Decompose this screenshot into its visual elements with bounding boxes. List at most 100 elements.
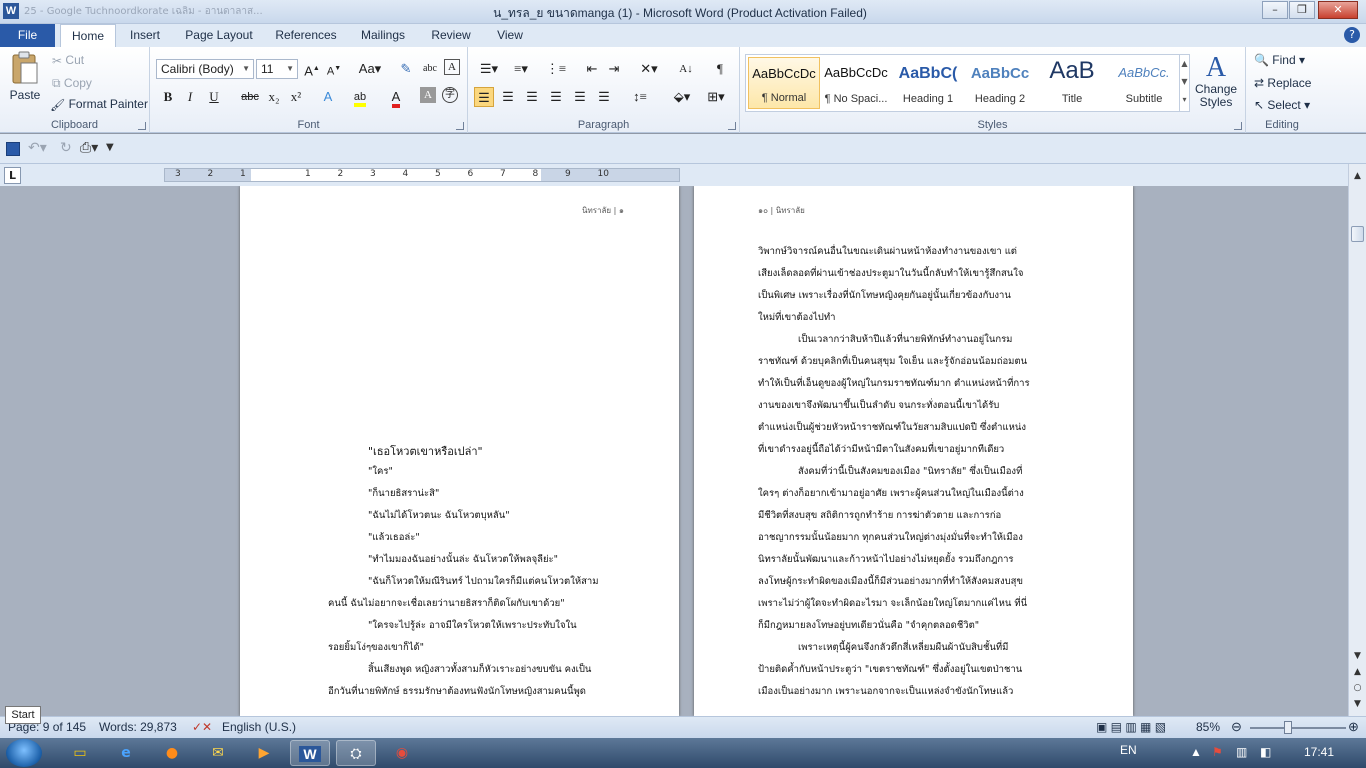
- decrease-indent-icon[interactable]: ⇤: [582, 59, 602, 79]
- style-heading-1[interactable]: AaBbC( Heading 1: [892, 57, 964, 109]
- tab-selector[interactable]: L: [4, 167, 21, 184]
- cut-button[interactable]: ✂ Cut: [52, 53, 84, 68]
- network-app-icon[interactable]: ⛭: [336, 740, 376, 766]
- bullets-icon[interactable]: ☰▾: [476, 59, 502, 79]
- styles-scroll[interactable]: ▲ ▼ ▾: [1179, 55, 1189, 111]
- zoom-in-icon[interactable]: ⊕: [1348, 719, 1359, 735]
- text-effects-icon[interactable]: A: [318, 87, 338, 107]
- language-status[interactable]: English (U.S.): [222, 720, 296, 734]
- show-formatting-marks-icon[interactable]: ¶: [710, 59, 730, 79]
- undo-icon[interactable]: ↶▾: [28, 140, 47, 156]
- paragraph-launcher-icon[interactable]: [728, 122, 736, 130]
- align-left-icon[interactable]: ☰: [474, 87, 494, 107]
- clock[interactable]: 17:41: [1304, 745, 1334, 759]
- media-player-icon[interactable]: ▶: [244, 740, 284, 766]
- shading-icon[interactable]: ⬙▾: [668, 87, 696, 107]
- vertical-scrollbar[interactable]: ▲ ▼ ▲ ○ ▼: [1348, 164, 1366, 716]
- word-app-icon[interactable]: W: [3, 3, 19, 19]
- close-button[interactable]: ✕: [1318, 1, 1358, 19]
- scroll-thumb[interactable]: [1351, 226, 1364, 242]
- style-no-spacing[interactable]: AaBbCcDc ¶ No Spaci...: [820, 57, 892, 109]
- superscript-button[interactable]: x²: [286, 87, 306, 107]
- font-color-button[interactable]: A: [386, 87, 406, 108]
- volume-icon[interactable]: ◧: [1260, 745, 1271, 759]
- clipboard-launcher-icon[interactable]: [138, 122, 146, 130]
- horizontal-ruler[interactable]: 3 2 1 1 2 3 4 5 6 7 8 9 10: [164, 168, 680, 182]
- help-icon[interactable]: ?: [1344, 27, 1360, 43]
- grow-font-button[interactable]: A▲: [302, 59, 322, 79]
- multilevel-list-icon[interactable]: ⋮≡: [542, 59, 570, 79]
- subscript-button[interactable]: x₂: [264, 87, 284, 107]
- change-case-button[interactable]: Aa▾: [356, 59, 384, 79]
- line-spacing-icon[interactable]: ↕≡: [626, 87, 654, 107]
- tab-file[interactable]: File: [0, 24, 55, 47]
- show-hidden-icons[interactable]: ▲: [1190, 745, 1202, 759]
- font-launcher-icon[interactable]: [456, 122, 464, 130]
- find-button[interactable]: 🔍 Find ▾: [1254, 53, 1305, 67]
- tab-references[interactable]: References: [270, 24, 342, 47]
- zoom-level[interactable]: 85%: [1196, 720, 1220, 734]
- clear-formatting-icon[interactable]: ✎: [396, 59, 416, 79]
- next-page-icon[interactable]: ▼: [1351, 698, 1364, 711]
- proofing-icon[interactable]: ✓✕: [192, 720, 212, 734]
- styles-launcher-icon[interactable]: [1234, 122, 1242, 130]
- tab-view[interactable]: View: [489, 24, 531, 47]
- align-right-icon[interactable]: ☰: [522, 87, 542, 107]
- asian-layout-icon[interactable]: ✕▾: [636, 59, 662, 79]
- print-icon[interactable]: ⎙▾: [80, 140, 98, 156]
- replace-button[interactable]: ⇄ Replace: [1254, 76, 1311, 90]
- change-styles-button[interactable]: A Change Styles: [1195, 53, 1237, 109]
- phonetic-guide-icon[interactable]: abc: [420, 59, 440, 79]
- folder-app-icon[interactable]: ✉: [198, 740, 238, 766]
- bold-button[interactable]: B: [158, 87, 178, 107]
- word-count[interactable]: Words: 29,873: [99, 720, 177, 734]
- highlight-button[interactable]: ab: [350, 87, 370, 107]
- select-button[interactable]: ↖ Select ▾: [1254, 98, 1310, 112]
- minimize-button[interactable]: –: [1262, 1, 1288, 19]
- thai-distributed-icon[interactable]: ☰: [594, 87, 614, 107]
- language-indicator[interactable]: EN: [1120, 743, 1137, 757]
- page-right[interactable]: ๑๐ | นิทราลัย วิพากษ์วิจารณ์คนอื่นในขณะเ…: [694, 186, 1133, 716]
- style-subtitle[interactable]: AaBbCc. Subtitle: [1108, 57, 1180, 109]
- style-heading-2[interactable]: AaBbCc Heading 2: [964, 57, 1036, 109]
- character-shading-icon[interactable]: A: [420, 87, 436, 103]
- action-center-icon[interactable]: ⚑: [1212, 745, 1223, 759]
- justify-icon[interactable]: ☰: [546, 87, 566, 107]
- network-icon[interactable]: ▥: [1236, 745, 1247, 759]
- tab-insert[interactable]: Insert: [122, 24, 168, 47]
- page-left[interactable]: นิทราลัย | ๑ "เธอโหวตเขาหรือเปล่า" "ใคร" "…: [240, 186, 679, 716]
- scroll-up-icon[interactable]: ▲: [1351, 170, 1364, 183]
- enclose-characters-icon[interactable]: 字: [442, 87, 458, 103]
- view-buttons-icon[interactable]: ▣ ▤ ▥ ▦ ▧: [1096, 720, 1166, 734]
- sort-icon[interactable]: A↓: [676, 59, 696, 79]
- customize-toolbar-icon[interactable]: ▼: [106, 142, 114, 153]
- ie-icon[interactable]: e: [106, 740, 146, 766]
- firefox-icon[interactable]: ●: [152, 740, 192, 766]
- shrink-font-button[interactable]: A▼: [324, 59, 344, 79]
- increase-indent-icon[interactable]: ⇥: [604, 59, 624, 79]
- style-normal[interactable]: AaBbCcDc ¶ Normal: [748, 57, 820, 109]
- strikethrough-button[interactable]: abc: [238, 87, 262, 107]
- repeat-icon[interactable]: ↻: [60, 140, 72, 156]
- tab-review[interactable]: Review: [425, 24, 477, 47]
- font-name-dropdown[interactable]: Calibri (Body) ▼: [156, 59, 254, 79]
- character-border-icon[interactable]: A: [444, 59, 460, 75]
- style-title[interactable]: AaB Title: [1036, 57, 1108, 109]
- start-button[interactable]: [6, 739, 42, 767]
- paste-button[interactable]: Paste: [8, 51, 42, 111]
- save-icon[interactable]: [6, 142, 20, 156]
- zoom-slider-thumb[interactable]: [1284, 721, 1292, 734]
- underline-button[interactable]: U: [204, 87, 224, 107]
- previous-page-icon[interactable]: ▲: [1351, 666, 1364, 679]
- word-taskbar-icon[interactable]: W: [290, 740, 330, 766]
- scroll-down-icon[interactable]: ▼: [1351, 650, 1364, 663]
- copy-button[interactable]: ⧉ Copy: [52, 76, 92, 91]
- select-browse-object-icon[interactable]: ○: [1351, 682, 1364, 695]
- align-center-icon[interactable]: ☰: [498, 87, 518, 107]
- chrome-icon[interactable]: ◉: [382, 740, 422, 766]
- explorer-icon[interactable]: ▭: [60, 740, 100, 766]
- maximize-button[interactable]: ❐: [1289, 1, 1315, 19]
- tab-page-layout[interactable]: Page Layout: [180, 24, 258, 47]
- distributed-icon[interactable]: ☰: [570, 87, 590, 107]
- italic-button[interactable]: I: [180, 87, 200, 107]
